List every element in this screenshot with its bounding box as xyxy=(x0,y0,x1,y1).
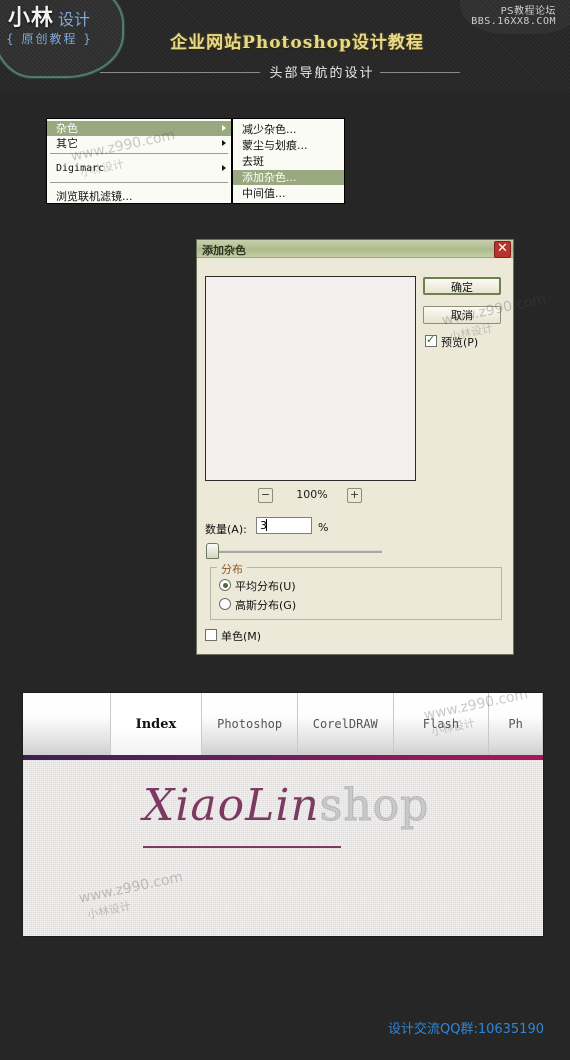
amount-slider-track[interactable] xyxy=(211,550,382,553)
watermark-author: 小林设计 xyxy=(86,899,132,922)
amount-input[interactable]: 3 xyxy=(256,517,312,534)
zoom-level: 100% xyxy=(296,488,328,501)
logo-title-cn: 小林 xyxy=(8,6,55,31)
noise-submenu[interactable]: 减少杂色... 蒙尘与划痕... 去斑 添加杂色... 中间值... xyxy=(232,118,345,204)
nav-item-label: CorelDRAW xyxy=(312,717,378,731)
radio-dot-icon xyxy=(219,579,231,591)
site-navbar: Index Photoshop CorelDRAW Flash Ph xyxy=(23,693,543,755)
zoom-out-button[interactable]: − xyxy=(258,488,273,503)
wordmark-underline xyxy=(143,846,341,848)
website-mockup: Index Photoshop CorelDRAW Flash Ph XiaoL… xyxy=(22,692,544,937)
monochrome-label: 单色(M) xyxy=(221,630,262,643)
title-rule-right xyxy=(380,72,460,73)
text-caret xyxy=(266,519,267,531)
wordmark-script: XiaoLin xyxy=(143,780,320,831)
menu-item-browse-online-filters[interactable]: 浏览联机滤镜... xyxy=(47,189,231,204)
checkbox-icon xyxy=(425,333,437,347)
submenu-item-label: 添加杂色... xyxy=(242,171,297,184)
close-icon[interactable]: ✕ xyxy=(494,241,511,258)
menu-item-other[interactable]: 其它 xyxy=(47,136,231,151)
forum-url: BBS.16XX8.COM xyxy=(471,16,556,27)
logo-title: 小林 设计 xyxy=(8,0,90,32)
nav-item-coreldraw[interactable]: CorelDRAW xyxy=(298,693,394,755)
forum-name: PS教程论坛 xyxy=(500,6,556,17)
submenu-item-despeckle[interactable]: 去斑 xyxy=(233,154,344,169)
site-content-area: XiaoLinshop www.z990.com 小林设计 xyxy=(23,760,543,936)
noise-preview[interactable] xyxy=(205,276,416,481)
add-noise-dialog: 添加杂色 ✕ − 100% + 数量(A): 3 % 分布 平均分布(U) 高斯… xyxy=(196,239,547,655)
radio-uniform-label: 平均分布(U) xyxy=(235,580,296,593)
menu-item-label: 杂色 xyxy=(56,122,78,135)
nav-item-index[interactable]: Index xyxy=(110,693,203,755)
submenu-item-label: 蒙尘与划痕... xyxy=(242,139,308,152)
tutorial-subtitle: 头部导航的设计 xyxy=(269,66,375,81)
site-wordmark: XiaoLinshop xyxy=(143,780,430,832)
logo-title-cn2: 设计 xyxy=(58,10,91,29)
zoom-in-button[interactable]: + xyxy=(347,488,362,503)
distribution-group xyxy=(210,567,502,620)
filter-menu-screenshot: 杂色 其它 Digimarc 浏览联机滤镜... 减少杂色... 蒙尘与划痕..… xyxy=(46,118,345,204)
nav-item-label: Ph xyxy=(508,717,523,731)
chevron-right-icon xyxy=(222,165,226,171)
menu-separator xyxy=(50,153,228,154)
menu-item-label: 浏览联机滤镜... xyxy=(56,190,133,203)
radio-dot-icon xyxy=(219,598,231,610)
radio-gaussian-label: 高斯分布(G) xyxy=(235,599,297,612)
nav-item-label: Index xyxy=(135,716,177,732)
tutorial-title: 企业网站Photoshop设计教程 xyxy=(170,33,424,53)
wordmark-outline: shop xyxy=(319,780,430,832)
submenu-item-label: 去斑 xyxy=(242,155,264,168)
distribution-legend: 分布 xyxy=(217,561,247,577)
submenu-item-median[interactable]: 中间值... xyxy=(233,186,344,201)
menu-item-label: 其它 xyxy=(56,137,78,150)
amount-label: 数量(A): xyxy=(205,523,247,536)
filter-menu[interactable]: 杂色 其它 Digimarc 浏览联机滤镜... xyxy=(46,118,232,204)
ok-button[interactable]: 确定 xyxy=(423,277,501,295)
menu-item-noise[interactable]: 杂色 xyxy=(47,121,231,136)
radio-gaussian[interactable]: 高斯分布(G) xyxy=(219,598,296,612)
nav-item-label: Photoshop xyxy=(217,717,283,731)
page-header: 小林 设计 { 原创教程 } 企业网站Photoshop设计教程 头部导航的设计 … xyxy=(0,0,570,100)
submenu-item-add-noise[interactable]: 添加杂色... xyxy=(233,170,344,185)
submenu-item-reduce-noise[interactable]: 减少杂色... xyxy=(233,122,344,137)
nav-item-blank xyxy=(23,693,111,755)
cancel-button[interactable]: 取消 xyxy=(423,306,501,324)
menu-separator xyxy=(50,182,228,183)
watermark-site: www.z990.com xyxy=(77,869,185,907)
preview-checkbox[interactable]: 预览(P) xyxy=(425,333,479,349)
radio-uniform[interactable]: 平均分布(U) xyxy=(219,579,296,593)
page-footer: 设计交流QQ群:10635190 xyxy=(0,1010,570,1060)
logo-subtitle: { 原创教程 } xyxy=(6,32,93,46)
title-rule-left xyxy=(100,72,260,73)
checkbox-icon xyxy=(205,629,217,641)
nav-item-label: Flash xyxy=(422,717,459,731)
qq-group-text: 设计交流QQ群:10635190 xyxy=(387,1022,544,1037)
nav-item-flash[interactable]: Flash xyxy=(394,693,490,755)
chevron-right-icon xyxy=(222,140,226,146)
submenu-item-label: 中间值... xyxy=(242,187,286,200)
submenu-item-dust-and-scratches[interactable]: 蒙尘与划痕... xyxy=(233,138,344,153)
amount-slider-thumb[interactable] xyxy=(206,543,219,559)
zoom-controls: − 100% + xyxy=(252,488,412,504)
amount-unit: % xyxy=(318,521,329,534)
nav-item-ph[interactable]: Ph xyxy=(489,693,543,755)
monochrome-checkbox[interactable]: 单色(M) xyxy=(205,629,261,643)
menu-item-digimarc[interactable]: Digimarc xyxy=(47,161,231,176)
menu-item-label: Digimarc xyxy=(56,163,105,174)
dialog-title: 添加杂色 xyxy=(202,244,246,257)
nav-item-photoshop[interactable]: Photoshop xyxy=(202,693,298,755)
chevron-right-icon xyxy=(222,125,226,131)
submenu-item-label: 减少杂色... xyxy=(242,123,297,136)
preview-label: 预览(P) xyxy=(441,336,479,349)
